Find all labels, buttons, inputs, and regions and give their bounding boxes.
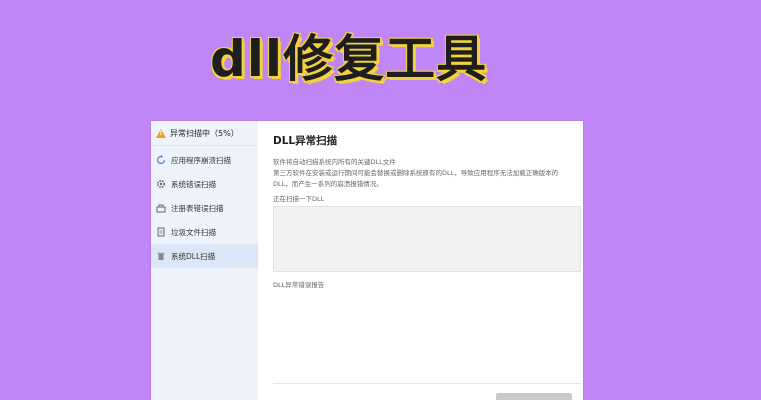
sidebar-item-junk-file-scan[interactable]: 垃圾文件扫描 — [151, 220, 258, 244]
sidebar-nav: 应用程序崩溃扫描 系统错误扫描 注册表错误扫描 垃圾文件扫描 系统DLL扫描 — [151, 148, 258, 268]
description-line: DLL，而产生一系列的崩溃报错情况。 — [273, 180, 383, 188]
sidebar-item-system-error-scan[interactable]: 系统错误扫描 — [151, 172, 258, 196]
sidebar-item-app-crash-scan[interactable]: 应用程序崩溃扫描 — [151, 148, 258, 172]
app-window: 异常扫描中（5%） 应用程序崩溃扫描 系统错误扫描 注册表错误扫描 — [151, 121, 583, 400]
file-icon — [156, 227, 166, 237]
warning-icon — [156, 128, 166, 138]
sidebar-item-label: 注册表错误扫描 — [171, 203, 224, 213]
sidebar-item-label: 垃圾文件扫描 — [171, 227, 216, 237]
description-line: 第三方软件在安装或运行期间可能会替换或删除系统原有的DLL，导致应用程序无法加载… — [273, 169, 559, 177]
description: 软件将自动扫描系统内所有的关键DLL文件 第三方软件在安装或运行期间可能会替换或… — [273, 157, 581, 190]
sidebar-item-label: 系统错误扫描 — [171, 179, 216, 189]
trash-icon — [156, 251, 166, 261]
sidebar: 异常扫描中（5%） 应用程序崩溃扫描 系统错误扫描 注册表错误扫描 — [151, 121, 258, 400]
scan-status-label: 异常扫描中（5%） — [170, 128, 239, 138]
sidebar-item-label: 应用程序崩溃扫描 — [171, 155, 231, 165]
report-label: DLL异常错误报告 — [273, 281, 325, 289]
action-button[interactable] — [496, 393, 572, 400]
scan-status: 异常扫描中（5%） — [151, 121, 258, 146]
registry-icon — [156, 203, 166, 213]
main-panel: DLL异常扫描 软件将自动扫描系统内所有的关键DLL文件 第三方软件在安装或运行… — [258, 121, 583, 400]
gear-icon — [156, 179, 166, 189]
description-line: 软件将自动扫描系统内所有的关键DLL文件 — [273, 158, 396, 166]
page-title: DLL异常扫描 — [273, 135, 338, 147]
scan-progress-label: 正在扫描一下DLL — [273, 195, 325, 203]
hero-title: dll修复工具 — [210, 30, 488, 88]
refresh-icon — [156, 155, 166, 165]
scan-output-area — [273, 206, 581, 272]
sidebar-item-label: 系统DLL扫描 — [171, 251, 216, 261]
sidebar-item-registry-scan[interactable]: 注册表错误扫描 — [151, 196, 258, 220]
sidebar-item-system-dll-scan[interactable]: 系统DLL扫描 — [151, 244, 258, 268]
footer-divider — [273, 383, 581, 384]
